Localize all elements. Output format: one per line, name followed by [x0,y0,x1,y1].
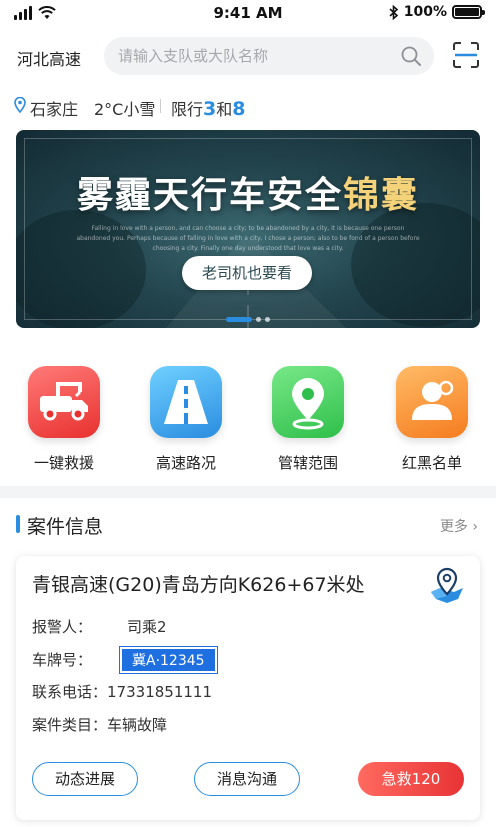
banner-title-main: 雾霾天行车安全 [76,175,343,216]
emergency-call-button[interactable]: 急救120 [358,762,464,796]
phone-value[interactable]: 17331851111 [107,683,212,701]
weather-divider [160,99,161,113]
case-card[interactable]: 青银高速(G20)青岛方向K626+67米处 报警人： 司乘2 车牌号： 冀A·12… [16,556,480,820]
restriction-number-2: 8 [232,98,246,120]
quick-menu: 一键救援 高速路况 管辖范围 红黑名单 [0,344,496,486]
bluetooth-icon [389,4,398,20]
case-location: 青银高速(G20)青岛方向K626+67米处 [32,574,365,596]
reporter-value: 司乘2 [127,618,167,636]
map-navigation-icon[interactable] [428,566,466,604]
search-icon[interactable] [400,45,422,67]
progress-button[interactable]: 动态进展 [32,762,138,796]
banner-title-highlight: 锦囊 [343,175,420,216]
section-accent-bar [16,515,20,533]
status-bar: 9:41 AM 100% [0,0,496,28]
category-label: 案件类目： [32,716,108,734]
location-pin-icon [272,366,344,438]
phone-label: 联系电话： [32,683,108,701]
quick-item-label: 一键救援 [33,454,94,472]
carousel-dot[interactable] [256,317,261,322]
city-selector[interactable]: 河北高速 [17,46,81,70]
carousel-indicator [16,317,480,322]
status-right: 100% [389,4,485,20]
chevron-right-icon: › [467,519,478,535]
quick-item-road-status[interactable]: 高速路况 [141,366,231,473]
carousel-dot[interactable] [265,317,270,322]
banner-section: 雾霾天行车安全锦囊 Falling in love with a person,… [0,128,496,344]
phone-row: 联系电话：17331851111 [32,681,212,702]
battery-percent: 100% [403,4,447,20]
reporter-row: 报警人： 司乘2 [32,616,167,637]
case-info-section: 案件信息 更多 › 青银高速(G20)青岛方向K626+67米处 报警人： 司乘2… [0,498,496,827]
banner-cta-button[interactable]: 老司机也要看 [182,256,312,290]
search-input[interactable] [118,37,388,75]
quick-item-label: 红黑名单 [401,454,462,472]
banner-subtitle: Falling in love with a person, and can c… [76,225,420,252]
plate-row: 车牌号： 冀A·12345 [32,646,218,674]
banner-title: 雾霾天行车安全锦囊 [16,166,480,218]
category-row: 案件类目：车辆故障 [32,714,167,735]
message-button[interactable]: 消息沟通 [194,762,300,796]
quick-item-jurisdiction[interactable]: 管辖范围 [263,366,353,473]
plate-label: 车牌号： [32,651,93,669]
weather-bar: 石家庄 2°C小雪 限行3和8 [0,84,496,128]
app-header: 河北高速 [0,28,496,84]
category-value: 车辆故障 [107,716,168,734]
section-title: 案件信息 [27,516,104,538]
battery-icon [452,5,485,19]
weather-city: 石家庄 [30,100,79,119]
location-icon [14,97,26,113]
quick-item-label: 高速路况 [155,454,216,472]
tow-truck-icon [28,366,100,438]
weather-temperature: 2°C小雪 [94,100,156,119]
license-plate: 冀A·12345 [119,646,218,674]
highway-icon [150,366,222,438]
reporter-label: 报警人： [32,618,93,636]
restriction-and: 和 [216,100,233,119]
user-list-icon [396,366,468,438]
scan-icon[interactable] [452,41,480,69]
traffic-restriction: 限行3和8 [171,96,246,120]
restriction-label: 限行 [171,100,204,119]
search-box[interactable] [104,37,434,75]
more-link-label: 更多 [439,519,468,535]
quick-item-red-black-list[interactable]: 红黑名单 [387,366,477,473]
quick-item-rescue[interactable]: 一键救援 [19,366,109,473]
restriction-number-1: 3 [203,98,217,120]
quick-item-label: 管辖范围 [277,454,338,472]
carousel-dot-active[interactable] [226,317,252,322]
more-link[interactable]: 更多 › [440,516,478,536]
banner-carousel[interactable]: 雾霾天行车安全锦囊 Falling in love with a person,… [16,130,480,328]
